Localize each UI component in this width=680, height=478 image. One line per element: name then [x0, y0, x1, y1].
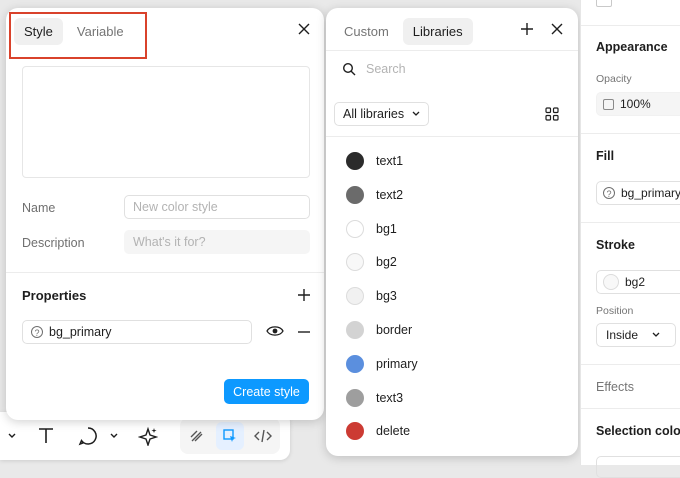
comment-tool-icon[interactable] [76, 424, 100, 448]
tab-libraries[interactable]: Libraries [402, 18, 473, 45]
library-item-label: bg2 [376, 255, 397, 270]
create-style-panel: Style Variable Name New color style Desc… [6, 8, 324, 420]
properties-title: Properties [22, 288, 87, 303]
close-icon[interactable] [296, 21, 312, 37]
divider [581, 222, 680, 223]
divider [581, 408, 680, 409]
property-color-field[interactable]: ? bg_primary [22, 320, 252, 344]
chevron-down-icon[interactable] [108, 426, 120, 446]
design-mode-icon[interactable] [215, 422, 244, 450]
library-item-delete[interactable]: delete [346, 422, 411, 441]
fill-title: Fill [596, 149, 615, 163]
stroke-value: bg2 [625, 275, 646, 289]
divider [581, 25, 680, 26]
divider [581, 133, 680, 134]
opacity-label: Opacity [596, 73, 632, 85]
library-filter-label: All libraries [343, 107, 405, 121]
opacity-value: 100% [620, 97, 651, 111]
question-icon: ? [603, 187, 615, 199]
divider [326, 136, 578, 137]
tab-custom[interactable]: Custom [334, 18, 399, 45]
selection-color-field[interactable] [596, 456, 680, 478]
fill-value: bg_primary [621, 186, 680, 200]
color-swatch [346, 422, 364, 441]
library-filter-dropdown[interactable]: All libraries [334, 102, 430, 126]
divider [326, 50, 578, 51]
color-swatch [346, 185, 364, 204]
color-swatch [346, 321, 364, 339]
search-icon [342, 62, 356, 76]
divider [581, 364, 680, 365]
effects-title[interactable]: Effects [596, 380, 634, 394]
library-item-bg2[interactable]: bg2 [346, 253, 397, 272]
color-swatch [346, 388, 364, 407]
dev-mode-code-icon[interactable] [249, 422, 277, 450]
add-property-icon[interactable] [296, 287, 312, 303]
chevron-down-icon [412, 111, 420, 116]
add-icon[interactable] [519, 21, 535, 37]
create-style-button[interactable]: Create style [224, 379, 309, 404]
library-item-primary[interactable]: primary [346, 354, 418, 373]
name-input[interactable]: New color style [124, 195, 310, 219]
library-item-label: bg3 [376, 289, 397, 304]
position-value: Inside [606, 328, 639, 342]
close-icon[interactable] [549, 21, 565, 37]
stroke-swatch [603, 274, 619, 290]
property-value: bg_primary [49, 325, 112, 339]
library-item-bg3[interactable]: bg3 [346, 287, 397, 306]
library-item-label: border [376, 323, 413, 337]
properties-sidebar: Appearance Opacity 100% Fill ? bg_primar… [580, 0, 680, 478]
name-label: Name [22, 201, 56, 215]
description-label: Description [22, 236, 85, 250]
library-item-text1[interactable]: text1 [346, 152, 403, 170]
search-input[interactable]: Search [366, 62, 406, 76]
position-label: Position [596, 305, 634, 317]
chevron-down-icon[interactable] [6, 426, 18, 446]
grid-view-icon[interactable] [545, 107, 559, 121]
draw-mode-icon[interactable] [183, 422, 211, 450]
library-item-label: delete [376, 424, 411, 439]
stroke-title: Stroke [596, 238, 635, 252]
appearance-title: Appearance [596, 40, 668, 54]
library-item-bg1[interactable]: bg1 [346, 219, 397, 238]
eye-icon[interactable] [266, 324, 284, 340]
text-tool-icon[interactable] [34, 424, 58, 448]
stroke-position-select[interactable]: Inside [596, 323, 676, 347]
opacity-field[interactable]: 100% [596, 92, 680, 116]
remove-property-icon[interactable] [296, 324, 312, 340]
color-swatch [346, 287, 364, 306]
ai-sparkle-icon[interactable] [136, 424, 160, 448]
selection-colors-title: Selection colors [596, 424, 680, 438]
color-swatch [346, 219, 364, 238]
style-preview-area [22, 66, 310, 178]
libraries-panel: Custom Libraries Search All libraries te… [326, 8, 578, 456]
library-item-text3[interactable]: text3 [346, 388, 404, 407]
library-item-label: text1 [376, 154, 404, 168]
opacity-icon [603, 98, 614, 110]
library-item-label: primary [376, 356, 418, 371]
color-swatch [346, 152, 364, 170]
mode-switcher [180, 418, 280, 454]
fill-field[interactable]: ? bg_primary [596, 181, 680, 205]
tabs-highlight-box [9, 12, 147, 59]
checkbox[interactable] [596, 0, 612, 7]
library-item-text2[interactable]: text2 [346, 185, 404, 204]
library-item-label: text3 [376, 390, 404, 405]
color-swatch [346, 253, 364, 272]
description-input[interactable]: What's it for? [124, 230, 310, 254]
divider [6, 272, 324, 273]
library-search[interactable]: Search [342, 62, 406, 76]
library-item-label: text2 [376, 187, 404, 202]
library-item-border[interactable]: border [346, 321, 412, 339]
library-item-label: bg1 [376, 221, 397, 236]
chevron-down-icon [652, 332, 660, 337]
color-swatch [346, 354, 364, 373]
custom-libraries-tabs: Custom Libraries [334, 18, 473, 45]
question-icon: ? [31, 326, 43, 338]
stroke-field[interactable]: bg2 [596, 270, 680, 294]
